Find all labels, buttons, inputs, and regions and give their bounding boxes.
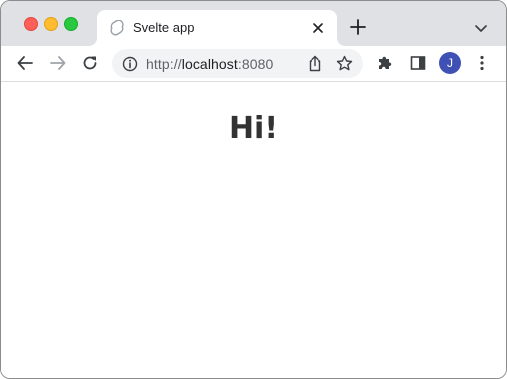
chevron-down-icon[interactable]	[473, 20, 489, 36]
page-heading: Hi!	[228, 111, 279, 146]
address-url[interactable]: http://localhost:8080	[146, 56, 273, 72]
reload-icon[interactable]	[81, 54, 99, 72]
url-scheme: http://	[146, 56, 182, 72]
plus-icon[interactable]	[349, 18, 367, 36]
avatar[interactable]: J	[439, 52, 461, 74]
info-icon[interactable]	[122, 56, 138, 72]
svelte-icon	[110, 20, 124, 36]
extensions-icon[interactable]	[376, 54, 394, 72]
address-bar[interactable]: http://localhost:8080	[112, 49, 363, 78]
side-panel-icon[interactable]	[409, 54, 427, 72]
url-host: localhost	[181, 56, 238, 72]
tab-strip: Svelte app	[1, 1, 506, 46]
back-icon[interactable]	[16, 54, 34, 72]
forward-icon[interactable]	[49, 54, 67, 72]
page-content: Hi!	[1, 82, 506, 378]
window-minimize-button[interactable]	[44, 17, 58, 31]
close-icon[interactable]	[309, 19, 327, 37]
star-icon[interactable]	[336, 55, 353, 72]
url-port: :8080	[237, 56, 274, 72]
window-maximize-button[interactable]	[64, 17, 78, 31]
toolbar: http://localhost:8080 J	[1, 46, 506, 82]
menu-icon[interactable]	[473, 54, 491, 72]
tab-active[interactable]: Svelte app	[97, 10, 337, 46]
window-close-button[interactable]	[24, 17, 38, 31]
tab-title: Svelte app	[133, 20, 195, 35]
share-icon[interactable]	[307, 55, 323, 72]
browser-window: Svelte app http://localhost:8080 J Hi!	[0, 0, 507, 379]
